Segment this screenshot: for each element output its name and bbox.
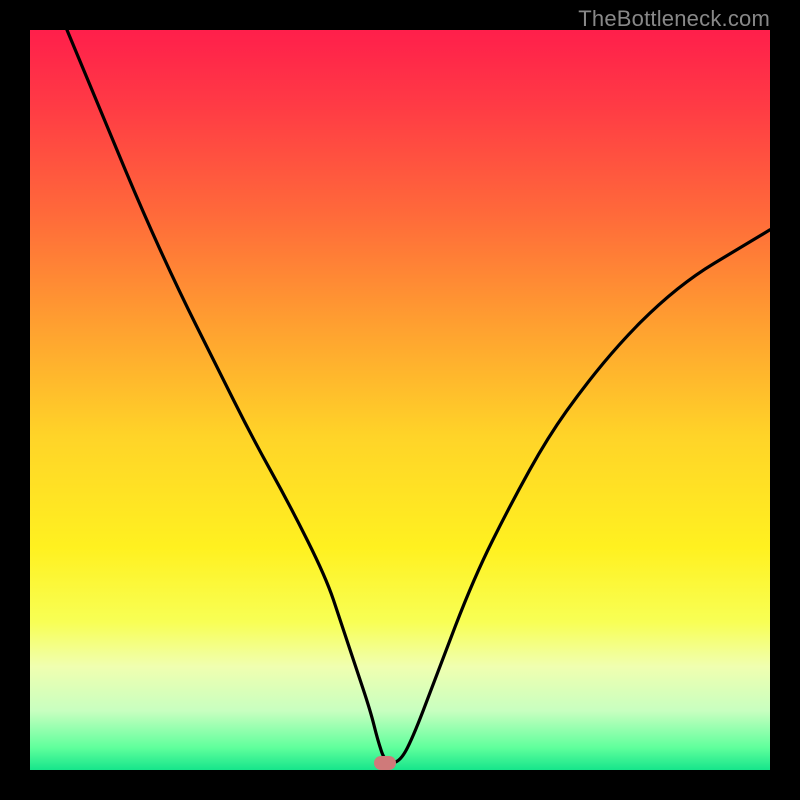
chart-container: { "watermark": "TheBottleneck.com", "col… [0, 0, 800, 800]
bottleneck-curve [30, 30, 770, 770]
watermark-text: TheBottleneck.com [578, 6, 770, 32]
optimal-point-marker [374, 756, 396, 770]
plot-area [30, 30, 770, 770]
